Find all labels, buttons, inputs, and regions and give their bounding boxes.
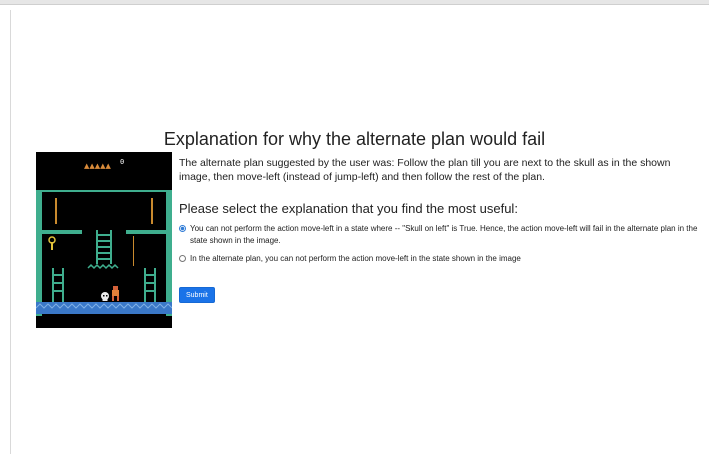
- left-wall: [36, 192, 42, 316]
- middle-platform-right: [126, 230, 166, 234]
- key-icon: [48, 236, 56, 250]
- plan-description: The alternate plan suggested by the user…: [179, 157, 671, 183]
- lower-left-ladder: [52, 268, 64, 302]
- browser-top-strip: [0, 0, 709, 5]
- option-1-label: You can not perform the action move-left…: [190, 224, 698, 245]
- page-title: Explanation for why the alternate plan w…: [163, 129, 546, 150]
- game-screenshot: ▲▲▲▲▲ 0: [35, 152, 173, 328]
- radio-option-1[interactable]: [179, 225, 186, 232]
- game-score: 0: [120, 158, 124, 166]
- center-ladder: [96, 230, 112, 264]
- conveyor-belt: [87, 263, 119, 270]
- submit-button[interactable]: Submit: [179, 287, 215, 303]
- skull-icon: [101, 292, 109, 301]
- left-rope: [55, 198, 57, 224]
- radio-option-2[interactable]: [179, 255, 186, 262]
- player-character: [112, 286, 119, 301]
- explanation-option-2[interactable]: In the alternate plan, you can not perfo…: [179, 253, 701, 265]
- option-2-label: In the alternate plan, you can not perfo…: [190, 254, 521, 263]
- lower-right-ladder: [144, 268, 156, 302]
- explanation-panel: The alternate plan suggested by the user…: [179, 156, 701, 303]
- game-scene: ▲▲▲▲▲ 0: [35, 158, 173, 316]
- question-prompt: Please select the explanation that you f…: [179, 201, 518, 216]
- right-wall: [166, 192, 172, 316]
- middle-platform-left: [42, 230, 82, 234]
- left-divider: [10, 10, 11, 454]
- upper-floor: [36, 190, 172, 192]
- page: Explanation for why the alternate plan w…: [0, 0, 709, 454]
- right-rope: [151, 198, 153, 224]
- middle-rope: [133, 236, 134, 266]
- game-lives: ▲▲▲▲▲: [84, 162, 112, 170]
- explanation-option-1[interactable]: You can not perform the action move-left…: [179, 223, 701, 247]
